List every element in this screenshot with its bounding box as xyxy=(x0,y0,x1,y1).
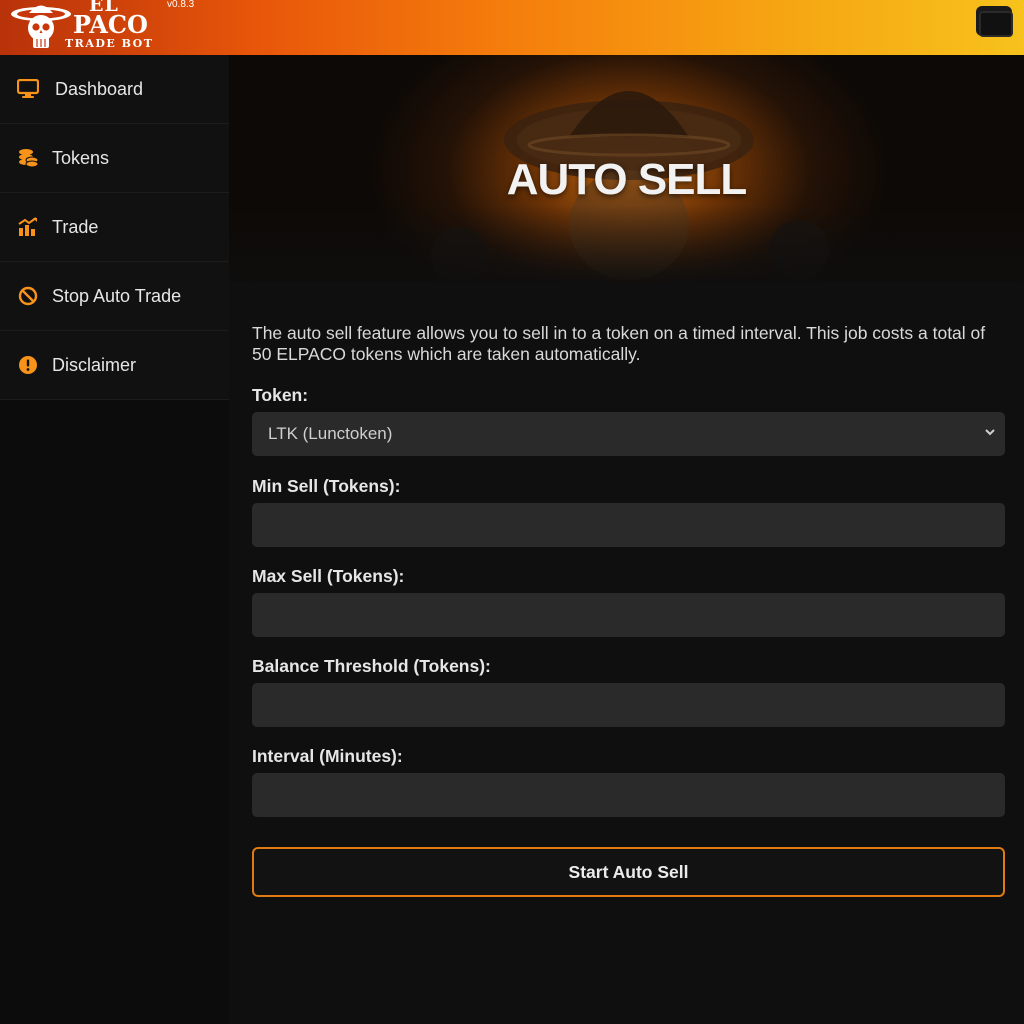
sidebar-item-label: Disclaimer xyxy=(52,354,137,375)
max-sell-label: Max Sell (Tokens): xyxy=(252,566,405,586)
wallet-button[interactable] xyxy=(976,6,1013,37)
hero-fade-overlay xyxy=(229,205,1024,282)
hero-banner: AUTO SELL xyxy=(229,55,1024,282)
page-title: AUTO SELL xyxy=(506,155,748,204)
max-sell-input[interactable] xyxy=(252,593,1005,637)
sidebar-item-dashboard[interactable]: Dashboard xyxy=(0,55,229,124)
sidebar-item-label: Stop Auto Trade xyxy=(52,285,182,306)
monitor-icon xyxy=(17,78,39,100)
logo-tagline: TRADE BOT xyxy=(65,37,154,50)
ban-icon xyxy=(17,285,39,307)
start-auto-sell-button[interactable]: Start Auto Sell xyxy=(252,847,1005,897)
main-content: AUTO SELL The auto sell feature allows y… xyxy=(229,55,1024,1024)
min-sell-label: Min Sell (Tokens): xyxy=(252,476,401,496)
skull-sombrero-logo-icon xyxy=(11,5,71,48)
min-sell-input[interactable] xyxy=(252,503,1005,547)
sidebar-item-label: Dashboard xyxy=(55,78,144,99)
token-select-value: LTK (Lunctoken) xyxy=(268,424,393,443)
exclamation-circle-icon xyxy=(17,354,39,376)
logo-text-paco: PACO xyxy=(73,10,148,39)
version-label: v0.8.3 xyxy=(167,0,195,10)
balance-threshold-input[interactable] xyxy=(252,683,1005,727)
interval-label: Interval (Minutes): xyxy=(252,746,403,766)
sidebar-item-tokens[interactable]: Tokens xyxy=(0,124,229,193)
trade-chart-icon xyxy=(17,216,39,238)
chevron-down-icon xyxy=(985,429,995,436)
token-label: Token: xyxy=(252,385,309,405)
interval-input[interactable] xyxy=(252,773,1005,817)
top-header: EL PACO TRADE BOT v0.8.3 xyxy=(0,0,1024,55)
sidebar-nav: Dashboard Tokens Trade Stop Auto Trade D… xyxy=(0,55,229,1024)
sidebar-item-label: Tokens xyxy=(52,147,110,168)
balance-threshold-label: Balance Threshold (Tokens): xyxy=(252,656,491,676)
sidebar-item-stop-auto-trade[interactable]: Stop Auto Trade xyxy=(0,262,229,331)
feature-description: The auto sell feature allows you to sell… xyxy=(252,323,986,364)
token-select[interactable]: LTK (Lunctoken) xyxy=(252,412,1005,456)
coins-icon xyxy=(17,147,39,169)
sidebar-item-disclaimer[interactable]: Disclaimer xyxy=(0,331,229,400)
sidebar-item-label: Trade xyxy=(52,216,99,237)
sidebar-item-trade[interactable]: Trade xyxy=(0,193,229,262)
